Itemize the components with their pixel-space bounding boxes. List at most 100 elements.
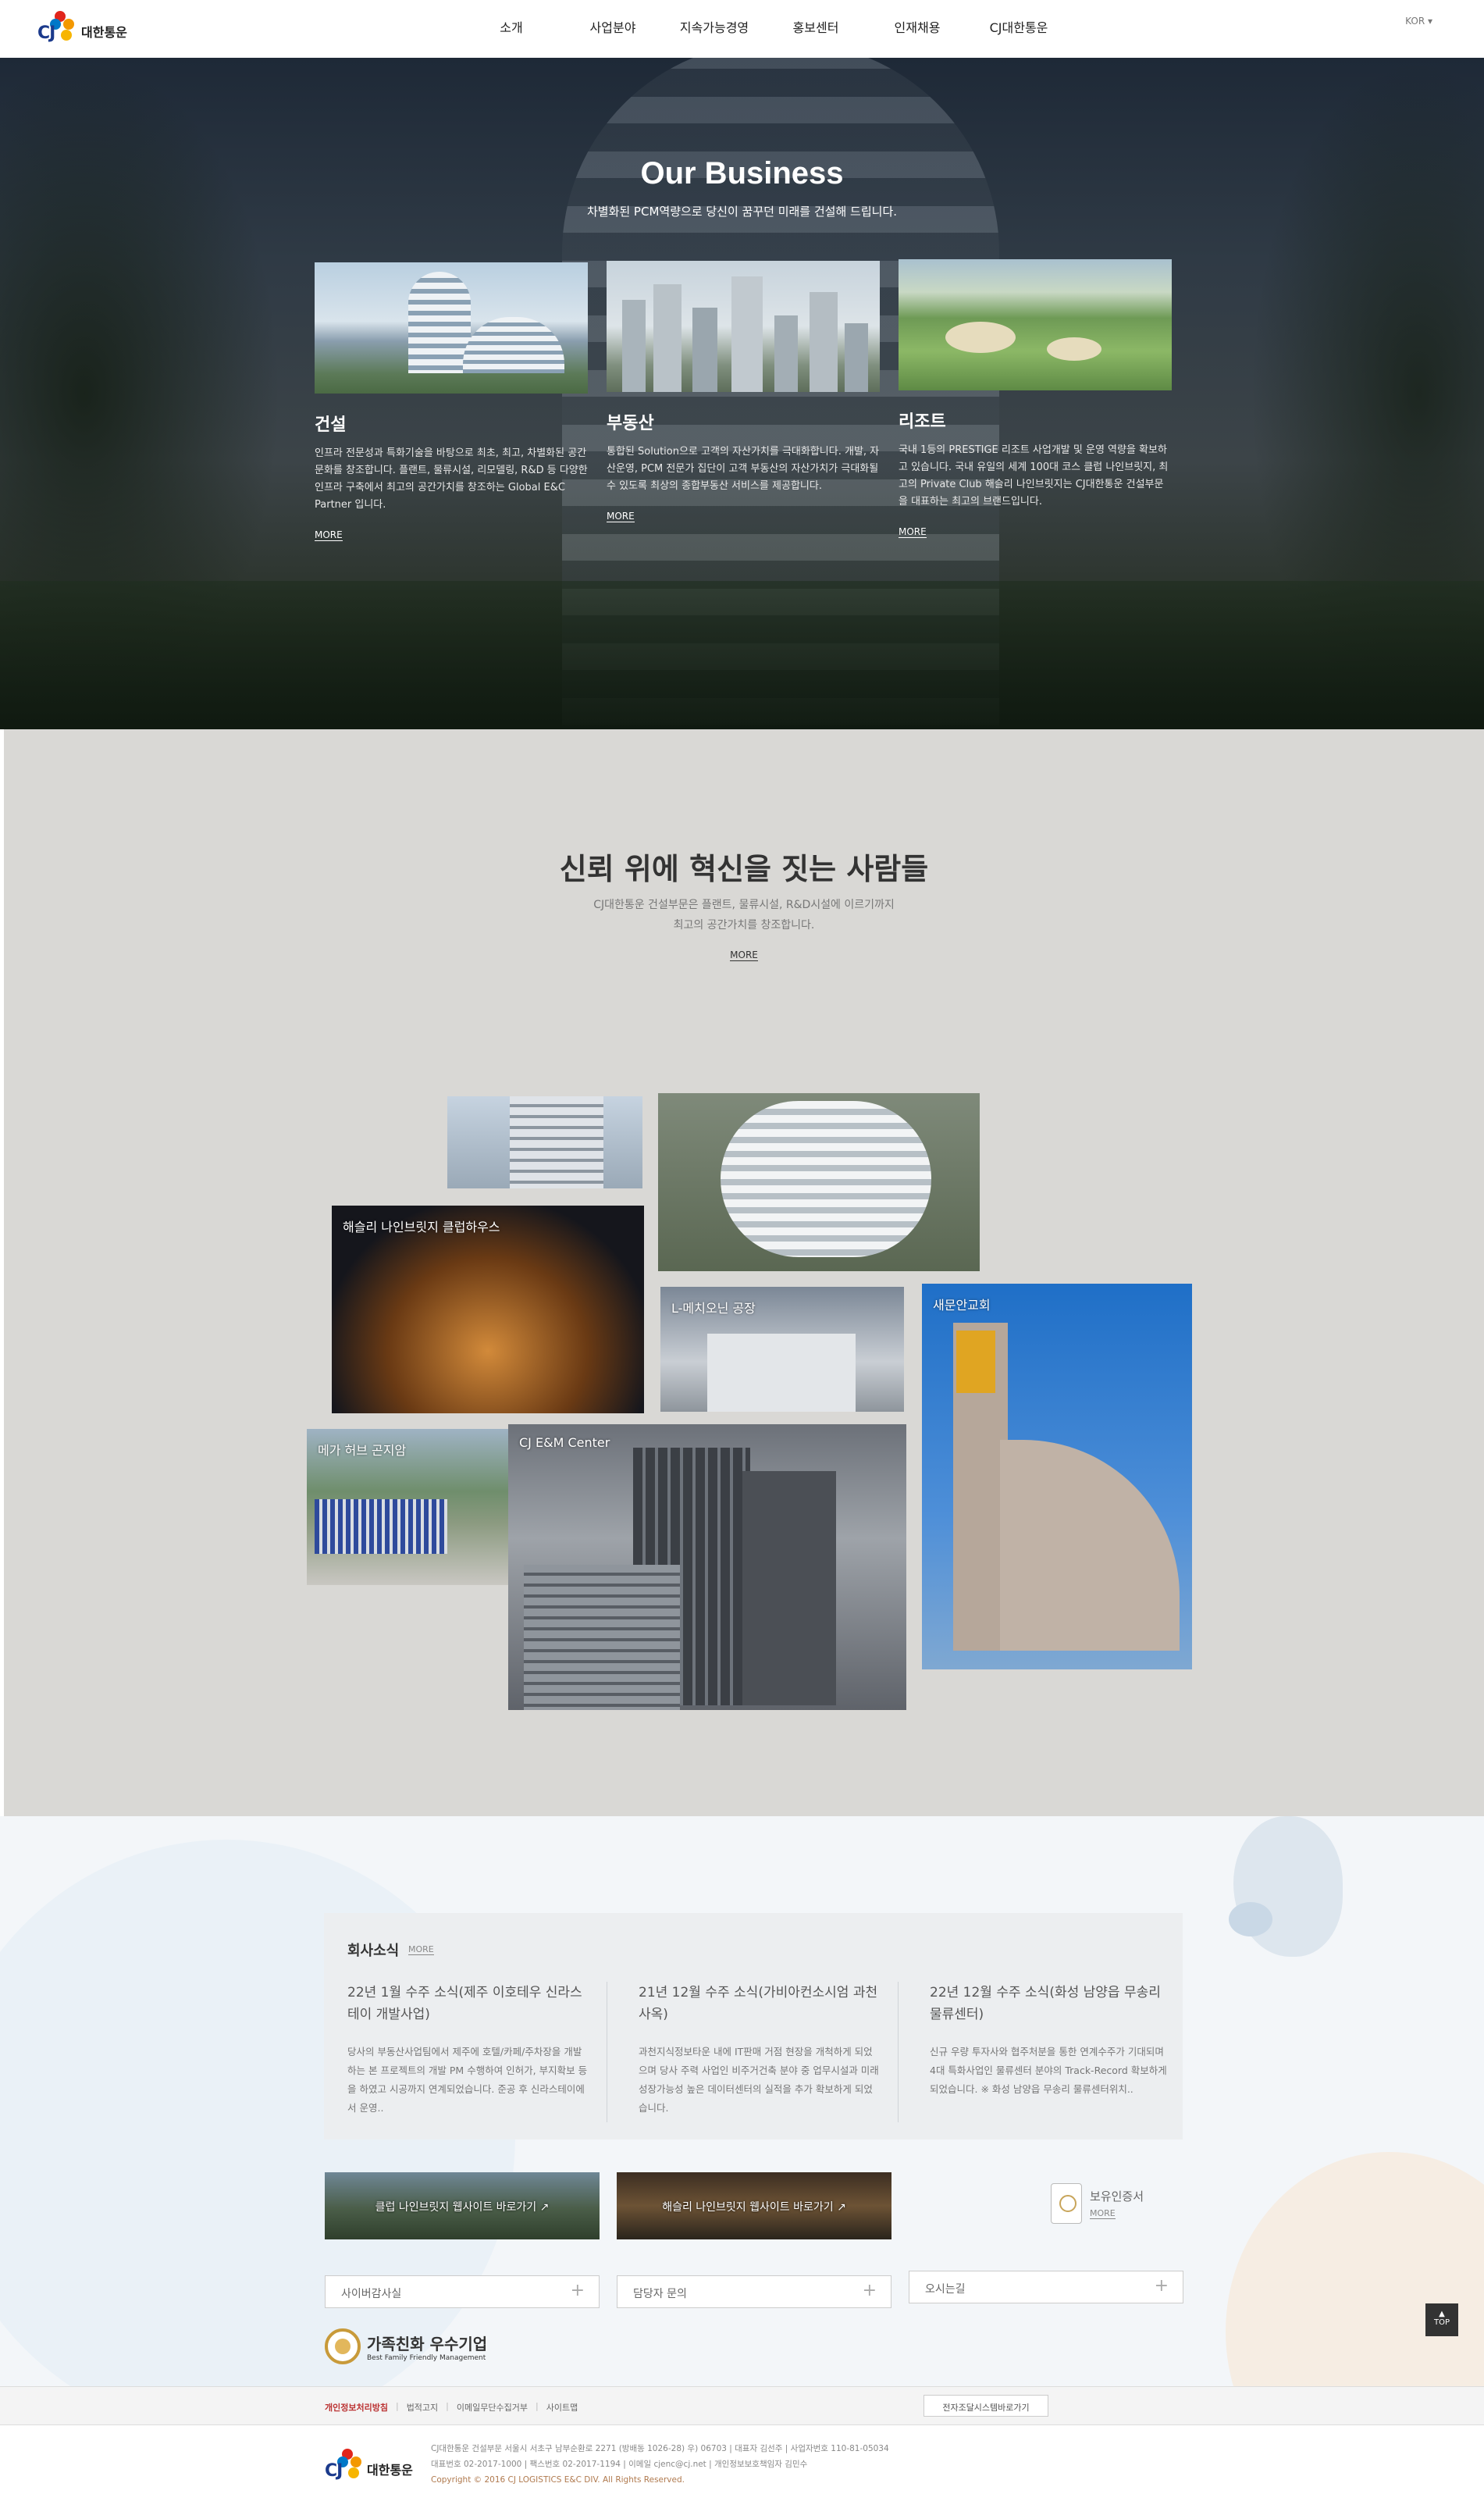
company-news-box: 회사소식 MORE 22년 1월 수주 소식(제주 이호테우 신라스테이 개발사… <box>324 1913 1183 2139</box>
family-title: 가족친화 우수기업 <box>367 2334 488 2353</box>
logo-text: 대한통운 <box>81 25 127 40</box>
business-name: 건설 <box>315 415 347 435</box>
sitemap-link[interactable]: 사이트맵 <box>546 2401 578 2414</box>
business-subtitle: 차별화된 PCM역량으로 당신이 꿈꾸던 미래를 건설해 드립니다. <box>586 205 898 219</box>
project-tile-cjem[interactable]: CJ E&M Center <box>508 1424 906 1710</box>
privacy-policy-link[interactable]: 개인정보처리방침 <box>325 2401 388 2414</box>
news-item[interactable]: 21년 12월 수주 소식(가비아컨소시엄 과천사옥) 과천지식정보타운 내에 … <box>639 1982 881 2118</box>
nav-sustainability[interactable]: 지속가능경영 <box>664 17 765 36</box>
people-desc-line1: CJ대한통운 건설부문은 플랜트, 물류시설, R&D시설에 이르기까지 <box>593 899 895 911</box>
project-label: 메가 허브 곤지암 <box>318 1443 407 1458</box>
procurement-system-button[interactable]: 전자조달시스템바로가기 <box>923 2395 1048 2417</box>
people-more-link[interactable]: MORE <box>730 949 758 961</box>
project-label: CJ E&M Center <box>519 1435 610 1450</box>
people-more-wrap: MORE <box>4 946 1484 961</box>
people-section: 신뢰 위에 혁신을 짓는 사람들 CJ대한통운 건설부문은 플랜트, 물류시설,… <box>4 729 1484 1816</box>
people-desc: CJ대한통운 건설부문은 플랜트, 물류시설, R&D시설에 이르기까지 최고의… <box>4 895 1484 935</box>
hero-ground <box>0 581 1484 729</box>
certificates-link[interactable]: 보유인증서 MORE <box>1051 2183 1144 2224</box>
news-item[interactable]: 22년 12월 수주 소식(화성 남양읍 무송리 물류센터) 신규 우량 투자사… <box>930 1982 1172 2099</box>
realestate-more-link[interactable]: MORE <box>607 511 635 522</box>
separator: | <box>395 2401 399 2411</box>
resort-more-link[interactable]: MORE <box>899 526 927 538</box>
cj-logo[interactable]: CJ 대한통운 <box>37 9 127 48</box>
club-ninebridge-banner[interactable]: 클럽 나인브릿지 웹사이트 바로가기 ↗ <box>325 2172 600 2239</box>
business-name: 리조트 <box>899 412 946 432</box>
nav-pr[interactable]: 홍보센터 <box>765 17 867 36</box>
family-text: 가족친화 우수기업 Best Family Friendly Managemen… <box>367 2332 487 2362</box>
news-body: 신규 우량 투자사와 협주처분을 통한 연계수주가 기대되며 4대 특화사업인 … <box>930 2046 1167 2095</box>
our-business-section: Our Business 차별화된 PCM역량으로 당신이 꿈꾸던 미래를 건설… <box>0 58 1484 729</box>
project-label: 새문안교회 <box>933 1298 991 1313</box>
project-tile-haesley[interactable]: 해슬리 나인브릿지 클럽하우스 <box>332 1206 644 1413</box>
project-label: 해슬리 나인브릿지 클럽하우스 <box>343 1220 500 1234</box>
contact-select[interactable]: 담당자 문의 + <box>617 2275 891 2308</box>
directions-select[interactable]: 오시는길 + <box>909 2271 1183 2303</box>
business-title: Our Business <box>640 156 844 191</box>
business-card-resort: 리조트 국내 1등의 PRESTIGE 리조트 사업개발 및 운영 역량을 확보… <box>899 259 1172 538</box>
construction-more-link[interactable]: MORE <box>315 529 343 541</box>
business-desc: 국내 1등의 PRESTIGE 리조트 사업개발 및 운영 역량을 확보하고 있… <box>899 444 1169 508</box>
project-tile[interactable] <box>447 1096 642 1188</box>
news-title: 22년 1월 수주 소식(제주 이호테우 신라스테이 개발사업) <box>347 1985 582 2022</box>
family-friendly-badge: 가족친화 우수기업 Best Family Friendly Managemen… <box>325 2328 487 2364</box>
business-card-construction: 건설 인프라 전문성과 특화기술을 바탕으로 최초, 최고, 차별화된 공간문화… <box>315 262 588 541</box>
resort-image[interactable] <box>899 259 1172 390</box>
footer-links-bar: 개인정보처리방침 | 법적고지 | 이메일무단수집거부 | 사이트맵 전자조달시스템바… <box>0 2386 1484 2425</box>
family-subtitle: Best Family Friendly Management <box>367 2353 486 2362</box>
news-more-link[interactable]: MORE <box>408 1944 434 1955</box>
cert-text: 보유인증서 MORE <box>1090 2183 1144 2219</box>
cert-title: 보유인증서 <box>1090 2189 1144 2204</box>
banner-text: 해슬리 나인브릿지 웹사이트 바로가기 ↗ <box>662 2201 846 2214</box>
cj-logo-mark: CJ <box>37 9 77 48</box>
decor-blob <box>1226 2152 1484 2386</box>
realestate-image[interactable] <box>607 261 880 392</box>
cert-more: MORE <box>1090 2208 1116 2219</box>
company-info-line2: 대표번호 02-2017-1000 | 팩스번호 02-2017-1194 | … <box>431 2460 808 2469</box>
legal-notice-link[interactable]: 법적고지 <box>407 2401 438 2414</box>
business-desc: 인프라 전문성과 특화기술을 바탕으로 최초, 최고, 차별화된 공간문화를 창… <box>315 447 588 511</box>
project-tile-methionine[interactable]: L-메치오닌 공장 <box>660 1287 904 1412</box>
main-nav: 소개 사업분야 지속가능경영 홍보센터 인재채용 CJ대한통운 <box>461 17 1069 36</box>
nav-cj[interactable]: CJ대한통운 <box>968 17 1069 36</box>
business-desc: 통합된 Solution으로 고객의 자산가치를 극대화합니다. 개발, 자산운… <box>607 446 880 492</box>
language-select[interactable]: KOR ▾ <box>1405 16 1432 27</box>
nav-about[interactable]: 소개 <box>461 17 562 36</box>
news-divider <box>898 1982 899 2122</box>
scroll-top-button[interactable]: ▲ TOP <box>1425 2303 1458 2336</box>
site-footer: CJ 대한통운 CJ대한통운 건설부문 서울시 서초구 남부순환로 2271 (… <box>0 2425 1484 2501</box>
select-label: 사이버감사실 <box>341 2288 402 2300</box>
news-item[interactable]: 22년 1월 수주 소식(제주 이호테우 신라스테이 개발사업) 당사의 부동산… <box>347 1982 589 2118</box>
logo-text: 대한통운 <box>367 2463 413 2478</box>
cj-logo-mark: CJ <box>325 2447 364 2486</box>
people-title: 신뢰 위에 혁신을 짓는 사람들 <box>559 852 929 886</box>
separator: | <box>446 2401 449 2411</box>
separator: | <box>535 2401 539 2411</box>
people-desc-line2: 최고의 공간가치를 창조합니다. <box>673 919 815 932</box>
news-heading: 회사소식 <box>347 1943 400 1959</box>
arrow-up-icon: ▲ <box>1439 2310 1445 2318</box>
plus-icon: + <box>570 2281 585 2300</box>
project-label: L-메치오닌 공장 <box>671 1301 756 1316</box>
cyber-audit-select[interactable]: 사이버감사실 + <box>325 2275 600 2308</box>
nav-careers[interactable]: 인재채용 <box>867 17 968 36</box>
news-title: 21년 12월 수주 소식(가비아컨소시엄 과천사옥) <box>639 1985 878 2022</box>
email-refusal-link[interactable]: 이메일무단수집거부 <box>457 2401 528 2414</box>
footer-logo: CJ 대한통운 <box>325 2447 413 2486</box>
family-emblem-icon <box>325 2328 361 2364</box>
news-section: 회사소식 MORE 22년 1월 수주 소식(제주 이호테우 신라스테이 개발사… <box>0 1816 1484 2386</box>
news-body: 당사의 부동산사업팀에서 제주에 호텔/카페/주차장을 개발하는 본 프로젝트의… <box>347 2046 588 2114</box>
news-title: 22년 12월 수주 소식(화성 남양읍 무송리 물류센터) <box>930 1985 1161 2022</box>
project-tile-saemunan[interactable]: 새문안교회 <box>922 1284 1192 1669</box>
decor-blob <box>1229 1902 1272 1936</box>
project-tile[interactable] <box>658 1093 980 1271</box>
business-name: 부동산 <box>607 414 654 433</box>
nav-business[interactable]: 사업분야 <box>562 17 664 36</box>
project-tile-megahub[interactable]: 메가 허브 곤지암 <box>307 1429 516 1585</box>
certificate-icon <box>1051 2183 1082 2224</box>
site-header: CJ 대한통운 소개 사업분야 지속가능경영 홍보센터 인재채용 CJ대한통운 … <box>0 0 1484 58</box>
construction-image[interactable] <box>315 262 588 394</box>
copyright: Copyright © 2016 CJ LOGISTICS E&C DIV. A… <box>431 2475 685 2485</box>
news-body: 과천지식정보타운 내에 IT판매 거점 현장을 개척하게 되었으며 당사 주력 … <box>639 2046 879 2114</box>
haesley-ninebridge-banner[interactable]: 해슬리 나인브릿지 웹사이트 바로가기 ↗ <box>617 2172 891 2239</box>
